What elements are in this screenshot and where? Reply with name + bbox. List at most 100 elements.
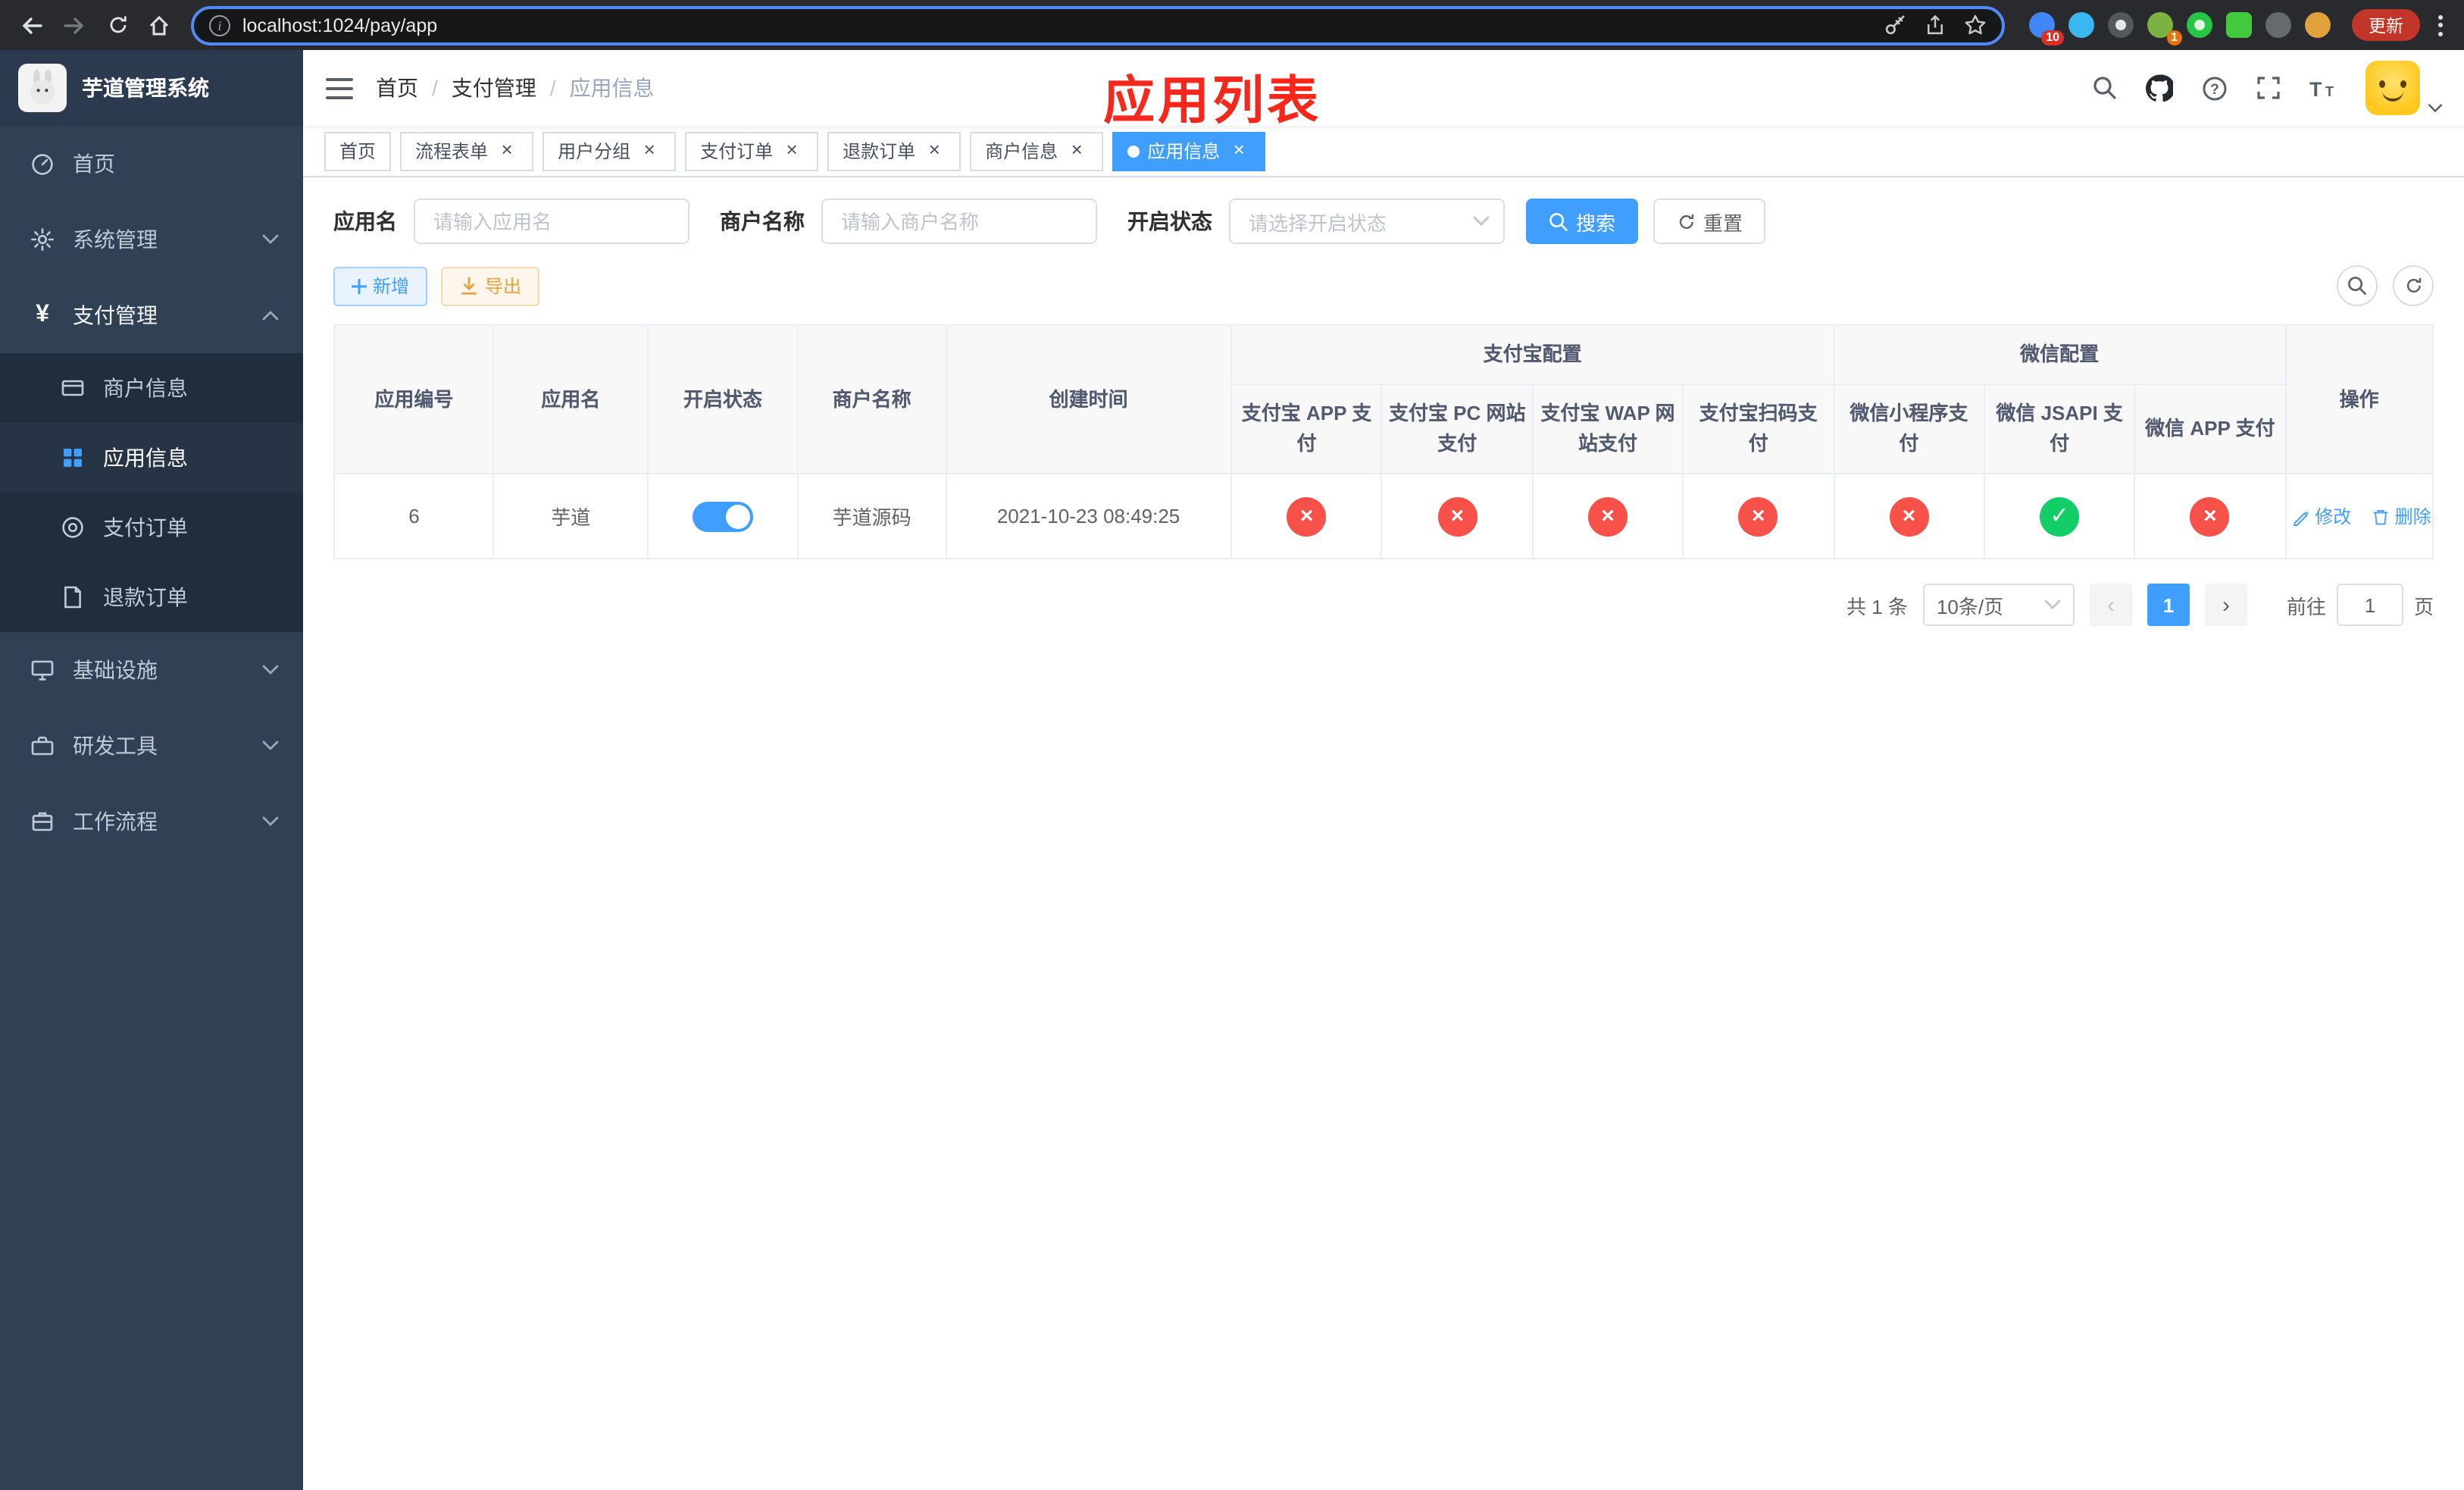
password-key-icon[interactable] bbox=[1884, 14, 1906, 36]
close-icon[interactable]: × bbox=[1227, 139, 1250, 162]
search-icon[interactable] bbox=[2081, 64, 2129, 112]
help-icon[interactable]: ? bbox=[2190, 64, 2238, 112]
table-tools bbox=[2337, 265, 2434, 306]
breadcrumb-home[interactable]: 首页 bbox=[376, 73, 418, 103]
sidebar-item-dev-tools[interactable]: 研发工具 bbox=[0, 708, 303, 784]
close-icon[interactable]: × bbox=[780, 139, 803, 162]
sidebar-item-refund-orders[interactable]: 退款订单 bbox=[0, 562, 303, 632]
page-content: 应用名 商户名称 开启状态 请选择开启状态 搜索 重置 bbox=[303, 177, 2464, 1490]
chevron-down-icon bbox=[262, 664, 279, 676]
svg-text:?: ? bbox=[2209, 81, 2219, 97]
browser-menu-icon[interactable] bbox=[2429, 8, 2452, 42]
breadcrumb-current: 应用信息 bbox=[569, 76, 655, 100]
browser-back-icon[interactable] bbox=[12, 5, 52, 45]
bookmark-star-icon[interactable] bbox=[1964, 14, 1987, 36]
goto-label: 前往 bbox=[2286, 595, 2326, 618]
delete-button[interactable]: 删除 bbox=[2372, 503, 2431, 529]
sidebar-item-app-info[interactable]: 应用信息 bbox=[0, 423, 303, 493]
share-icon[interactable] bbox=[1925, 14, 1946, 36]
sidebar-item-infrastructure[interactable]: 基础设施 bbox=[0, 632, 303, 708]
next-page-button[interactable]: › bbox=[2204, 584, 2247, 627]
status-switch[interactable] bbox=[692, 501, 753, 532]
svg-text:T: T bbox=[2309, 77, 2322, 99]
browser-extension-icon[interactable]: 10 bbox=[2029, 12, 2064, 45]
address-bar[interactable]: i localhost:1024/pay/app bbox=[191, 5, 2005, 45]
status-select[interactable]: 请选择开启状态 bbox=[1229, 199, 1505, 244]
browser-extension-icon[interactable] bbox=[2265, 12, 2291, 38]
browser-extension-icon[interactable] bbox=[2305, 12, 2331, 38]
top-navbar: 首页 / 支付管理 / 应用信息 ? T T bbox=[303, 50, 2464, 126]
breadcrumb-payment[interactable]: 支付管理 bbox=[452, 73, 536, 103]
browser-extension-icon[interactable] bbox=[2108, 12, 2134, 38]
cell-wechat-jsapi: ✓ bbox=[1983, 473, 2136, 560]
alipay-app-status-icon: × bbox=[1287, 496, 1327, 537]
sidebar-item-system[interactable]: 系统管理 bbox=[0, 202, 303, 277]
app-name-input[interactable] bbox=[414, 199, 689, 244]
browser-extension-icon[interactable] bbox=[2068, 12, 2094, 38]
browser-extension-icon[interactable]: 1 bbox=[2147, 12, 2182, 45]
search-button[interactable]: 搜索 bbox=[1526, 199, 1639, 244]
user-menu[interactable] bbox=[2366, 61, 2443, 115]
browser-home-icon[interactable] bbox=[139, 5, 179, 45]
sidebar-item-merchant-info[interactable]: 商户信息 bbox=[0, 353, 303, 423]
fullscreen-icon[interactable] bbox=[2244, 64, 2293, 112]
sidebar-item-payment-orders[interactable]: 支付订单 bbox=[0, 493, 303, 562]
app-title: 芋道管理系统 bbox=[82, 76, 209, 100]
dashboard-icon bbox=[30, 152, 55, 176]
export-button[interactable]: 导出 bbox=[441, 266, 540, 305]
merchant-name-input[interactable] bbox=[821, 199, 1097, 244]
chevron-down-icon bbox=[262, 740, 279, 752]
show-search-icon[interactable] bbox=[2337, 265, 2378, 306]
tab-process-form[interactable]: 流程表单 × bbox=[400, 131, 534, 171]
refresh-icon[interactable] bbox=[2393, 265, 2434, 306]
close-icon[interactable]: × bbox=[638, 139, 661, 162]
close-icon[interactable]: × bbox=[496, 139, 518, 162]
sidebar-item-payment[interactable]: ¥ 支付管理 bbox=[0, 277, 303, 353]
tab-payment-orders[interactable]: 支付订单 × bbox=[685, 131, 819, 171]
browser-reload-icon[interactable] bbox=[97, 5, 136, 45]
reset-button[interactable]: 重置 bbox=[1653, 199, 1766, 244]
app-window: 芋道管理系统 首页 系统管理 ¥ 支付管理 商户信息 应用信息 支付订单 退款订… bbox=[0, 50, 2464, 1490]
app-logo-row[interactable]: 芋道管理系统 bbox=[0, 50, 303, 126]
cell-app-name: 芋道 bbox=[492, 473, 649, 560]
browser-extension-icon[interactable] bbox=[2187, 12, 2212, 38]
col-wechat-jsapi: 微信 JSAPI 支付 bbox=[1983, 383, 2136, 475]
breadcrumb: 首页 / 支付管理 / 应用信息 bbox=[376, 73, 655, 103]
extension-badge: 10 bbox=[2041, 30, 2064, 45]
browser-extension-icon[interactable] bbox=[2226, 12, 2252, 38]
edit-button[interactable]: 修改 bbox=[2292, 503, 2351, 529]
col-created-at: 创建时间 bbox=[945, 324, 1233, 475]
close-icon[interactable]: × bbox=[1065, 139, 1088, 162]
close-icon[interactable]: × bbox=[923, 139, 946, 162]
pagination: 共 1 条 10条/页 ‹ 1 › 前往 页 bbox=[333, 584, 2434, 627]
navbar-actions: ? TT bbox=[2081, 61, 2464, 115]
prev-page-button[interactable]: ‹ bbox=[2089, 584, 2132, 627]
col-wechat-mini: 微信小程序支付 bbox=[1833, 383, 1985, 475]
browser-forward-icon[interactable] bbox=[55, 5, 94, 45]
sidebar-item-home[interactable]: 首页 bbox=[0, 126, 303, 202]
url-text: localhost:1024/pay/app bbox=[242, 14, 438, 36]
browser-update-button[interactable]: 更新 bbox=[2352, 9, 2420, 41]
cell-alipay-app: × bbox=[1230, 473, 1383, 560]
cell-alipay-pc: × bbox=[1381, 473, 1534, 560]
tab-user-group[interactable]: 用户分组 × bbox=[543, 131, 677, 171]
page-size-select[interactable]: 10条/页 bbox=[1922, 584, 2075, 627]
font-size-icon[interactable]: TT bbox=[2299, 64, 2347, 112]
col-app-name: 应用名 bbox=[492, 324, 649, 475]
github-icon[interactable] bbox=[2135, 64, 2184, 112]
goto-page-input[interactable] bbox=[2336, 584, 2403, 627]
sidebar-item-workflow[interactable]: 工作流程 bbox=[0, 784, 303, 859]
hamburger-icon[interactable] bbox=[303, 50, 376, 126]
table-row: 6 芋道 芋道源码 2021-10-23 08:49:25 × × × × × bbox=[333, 473, 2434, 560]
col-group-alipay: 支付宝配置 bbox=[1230, 324, 1835, 386]
tab-home[interactable]: 首页 bbox=[324, 131, 392, 171]
tab-merchant-info[interactable]: 商户信息 × bbox=[970, 131, 1104, 171]
current-page-button[interactable]: 1 bbox=[2147, 584, 2190, 627]
payment-submenu: 商户信息 应用信息 支付订单 退款订单 bbox=[0, 353, 303, 632]
site-info-icon[interactable]: i bbox=[209, 14, 230, 36]
status-label: 开启状态 bbox=[1127, 209, 1212, 233]
tab-app-info[interactable]: 应用信息 × bbox=[1112, 131, 1266, 171]
add-button[interactable]: 新增 bbox=[333, 266, 428, 305]
table-toolbar: 新增 导出 bbox=[333, 265, 2434, 306]
tab-refund-orders[interactable]: 退款订单 × bbox=[827, 131, 962, 171]
